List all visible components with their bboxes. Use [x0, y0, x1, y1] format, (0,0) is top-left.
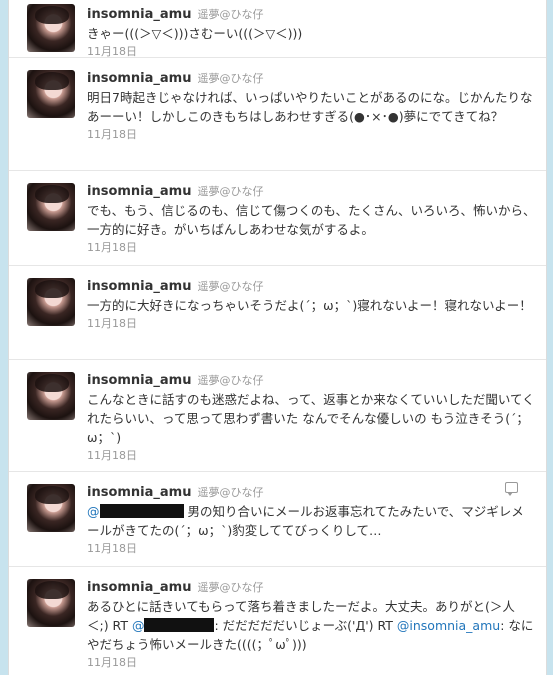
- tweet-header: insomnia_amu 遥夢@ひな仔: [87, 4, 536, 22]
- reply-icon[interactable]: [505, 482, 518, 496]
- tweet-item: insomnia_amu 遥夢@ひな仔 でも、もう、信じるのも、信じて傷つくのも、…: [9, 171, 546, 266]
- screen-name[interactable]: insomnia_amu: [87, 373, 191, 388]
- avatar[interactable]: [27, 579, 75, 627]
- timeline: insomnia_amu 遥夢@ひな仔 きゃー(((＞▽＜)))さむーい(((＞▽…: [8, 0, 547, 675]
- screen-name[interactable]: insomnia_amu: [87, 71, 191, 86]
- mention-link[interactable]: @: [132, 618, 145, 633]
- full-name: 遥夢@ひな仔: [197, 581, 264, 594]
- mention-link[interactable]: @: [87, 504, 100, 519]
- avatar[interactable]: [27, 278, 75, 326]
- screen-name[interactable]: insomnia_amu: [87, 580, 191, 595]
- tweet-timestamp[interactable]: 11月18日: [87, 449, 536, 463]
- avatar[interactable]: [27, 183, 75, 231]
- tweet-timestamp[interactable]: 11月18日: [87, 542, 536, 556]
- tweet-timestamp[interactable]: 11月18日: [87, 317, 536, 331]
- tweet-text: こんなときに話すのも迷惑だよね、って、返事とか来なくていいしただ聞いてくれたらい…: [87, 392, 535, 445]
- screen-name[interactable]: insomnia_amu: [87, 184, 191, 199]
- tweet-header: insomnia_amu 遥夢@ひな仔: [87, 577, 536, 595]
- avatar[interactable]: [27, 70, 75, 118]
- tweet-item: insomnia_amu 遥夢@ひな仔 こんなときに話すのも迷惑だよね、って、返事…: [9, 360, 546, 472]
- redacted-username: [99, 504, 184, 518]
- tweet-item: insomnia_amu 遥夢@ひな仔 明日7時起きじゃなければ、いっぱいやりたい…: [9, 58, 546, 171]
- tweet-timestamp[interactable]: 11月18日: [87, 656, 536, 670]
- tweet-text: 一方的に大好きになっちゃいそうだよ(´；ω；`)寝れないよー！寝れないよー！: [87, 298, 532, 313]
- mention-link[interactable]: @insomnia_amu: [397, 618, 500, 633]
- tweet-text: あるひとに話きいてもらって落ち着きましたーだよ。大丈夫。ありがと(＞人＜;) R…: [87, 597, 536, 654]
- tweet-text: @ 男の知り合いにメールお返事忘れてたみたいで、マジギレメールがきてたの(´；ω…: [87, 502, 536, 540]
- full-name: 遥夢@ひな仔: [197, 486, 264, 499]
- tweet-timestamp[interactable]: 11月18日: [87, 128, 536, 142]
- tweet-header: insomnia_amu 遥夢@ひな仔: [87, 370, 536, 388]
- tweet-item: insomnia_amu 遥夢@ひな仔 きゃー(((＞▽＜)))さむーい(((＞▽…: [9, 0, 546, 58]
- tweet-timestamp[interactable]: 11月18日: [87, 45, 536, 59]
- tweet-item: insomnia_amu 遥夢@ひな仔 あるひとに話きいてもらって落ち着きましたー…: [9, 567, 546, 673]
- tweet-item: insomnia_amu 遥夢@ひな仔 @ 男の知り合いにメールお返事忘れてたみた…: [9, 472, 546, 567]
- avatar[interactable]: [27, 4, 75, 52]
- full-name: 遥夢@ひな仔: [197, 8, 264, 21]
- screen-name[interactable]: insomnia_amu: [87, 7, 191, 22]
- tweet-header: insomnia_amu 遥夢@ひな仔: [87, 276, 536, 294]
- redacted-username: [144, 618, 215, 632]
- avatar[interactable]: [27, 372, 75, 420]
- full-name: 遥夢@ひな仔: [197, 280, 264, 293]
- tweet-header: insomnia_amu 遥夢@ひな仔: [87, 68, 536, 86]
- full-name: 遥夢@ひな仔: [197, 185, 264, 198]
- tweet-text: でも、もう、信じるのも、信じて傷つくのも、たくさん、いろいろ、怖いから、一方的に…: [87, 203, 536, 237]
- screen-name[interactable]: insomnia_amu: [87, 485, 191, 500]
- full-name: 遥夢@ひな仔: [197, 72, 264, 85]
- tweet-timestamp[interactable]: 11月18日: [87, 241, 536, 255]
- tweet-header: insomnia_amu 遥夢@ひな仔: [87, 181, 536, 199]
- full-name: 遥夢@ひな仔: [197, 374, 264, 387]
- avatar[interactable]: [27, 484, 75, 532]
- tweet-text-body: : だだだだだいじょーぶ('Д') RT: [214, 618, 397, 633]
- tweet-item: insomnia_amu 遥夢@ひな仔 一方的に大好きになっちゃいそうだよ(´；ω…: [9, 266, 546, 360]
- tweet-text: きゃー(((＞▽＜)))さむーい(((＞▽＜))): [87, 26, 303, 41]
- tweet-text: 明日7時起きじゃなければ、いっぱいやりたいことがあるのにな。じかんたりなあーーい…: [87, 90, 533, 124]
- tweet-header: insomnia_amu 遥夢@ひな仔: [87, 482, 536, 500]
- screen-name[interactable]: insomnia_amu: [87, 279, 191, 294]
